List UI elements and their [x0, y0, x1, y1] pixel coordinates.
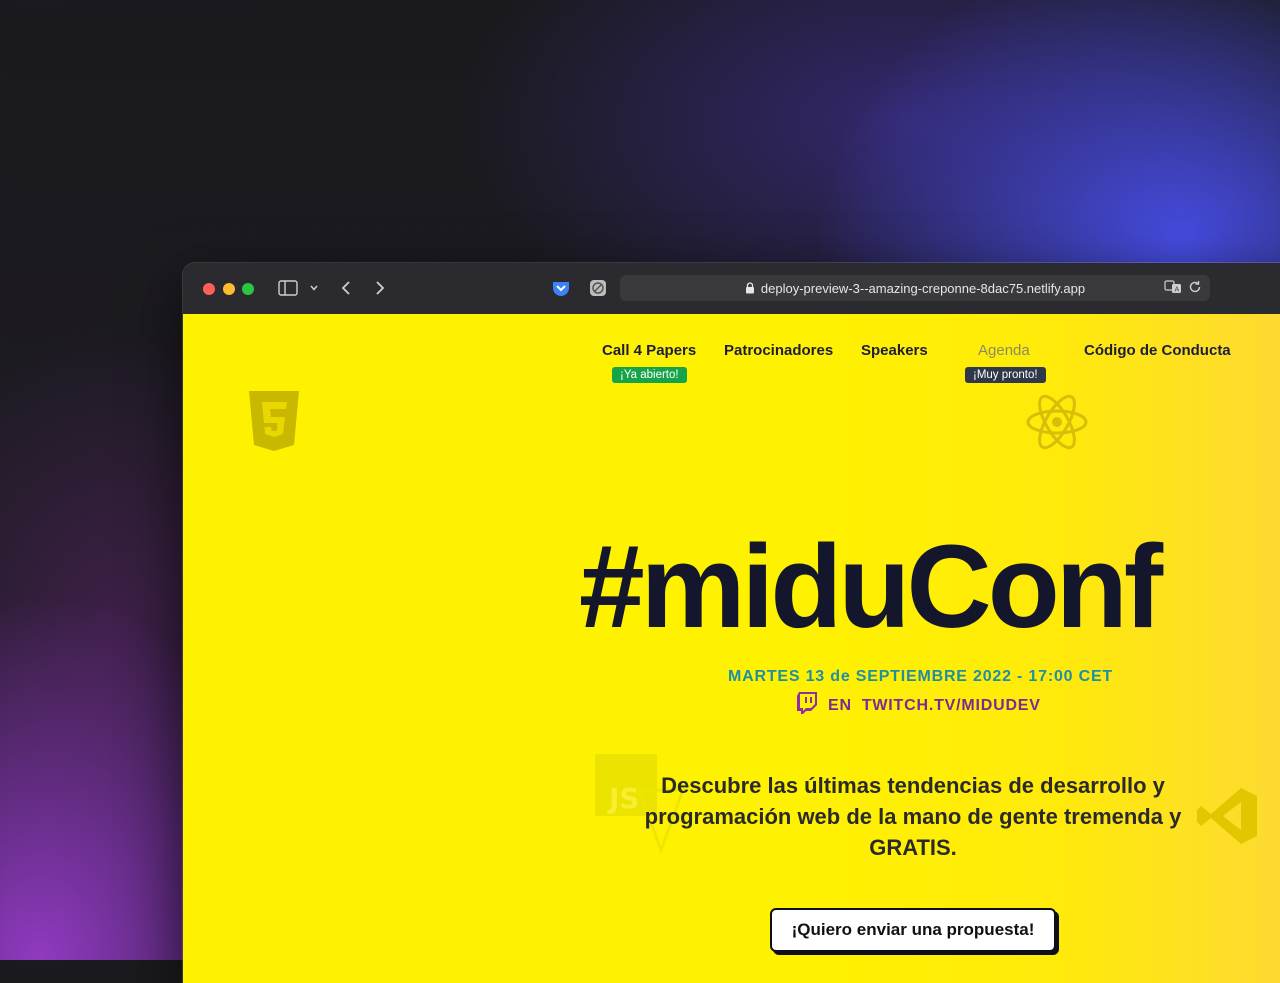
zoom-window-button[interactable]: [242, 283, 254, 295]
nav-item-agenda[interactable]: Agenda: [978, 342, 1030, 359]
chevron-down-icon[interactable]: [307, 277, 321, 299]
browser-toolbar: deploy-preview-3--amazing-creponne-8dac7…: [183, 263, 1280, 315]
twitch-prefix: EN: [828, 696, 852, 714]
event-date: MARTES 13 de SEPTIEMBRE 2022 - 17:00 CET: [728, 668, 1113, 685]
forward-arrow-icon[interactable]: [371, 277, 389, 299]
nav-item-patrocinadores[interactable]: Patrocinadores: [724, 342, 833, 359]
address-bar[interactable]: deploy-preview-3--amazing-creponne-8dac7…: [620, 275, 1210, 301]
browser-window: deploy-preview-3--amazing-creponne-8dac7…: [183, 263, 1280, 983]
blocker-extension-icon[interactable]: [587, 277, 609, 299]
html5-logo-icon: [246, 390, 302, 457]
close-window-button[interactable]: [203, 283, 215, 295]
page-title: #miduConf: [579, 521, 1163, 653]
status-badge-soon: ¡Muy pronto!: [965, 367, 1046, 383]
hero-description: Descubre las últimas tendencias de desar…: [644, 773, 1182, 860]
twitch-channel-link[interactable]: TWITCH.TV/MIDUDEV: [862, 697, 1041, 715]
nav-item-speakers[interactable]: Speakers: [861, 342, 928, 359]
svg-text:A: A: [1175, 286, 1180, 294]
twitch-icon: [796, 691, 818, 720]
vscode-logo-icon: [1195, 784, 1259, 853]
pocket-extension-icon[interactable]: [550, 277, 572, 299]
translate-icon[interactable]: A: [1164, 279, 1182, 298]
twitch-link-line[interactable]: EN TWITCH.TV/MIDUDEV: [796, 691, 1041, 720]
top-navigation: Call 4 Papers ¡Ya abierto! Patrocinadore…: [183, 342, 1280, 402]
nav-item-call4papers[interactable]: Call 4 Papers: [602, 342, 696, 359]
lock-icon: [745, 282, 755, 294]
minimize-window-button[interactable]: [223, 283, 235, 295]
sidebar-toggle-icon[interactable]: [277, 277, 299, 299]
reload-icon[interactable]: [1188, 280, 1202, 297]
url-text: deploy-preview-3--amazing-creponne-8dac7…: [760, 280, 1086, 296]
status-badge-open: ¡Ya abierto!: [612, 367, 687, 383]
back-arrow-icon[interactable]: [337, 277, 355, 299]
web-page: Call 4 Papers ¡Ya abierto! Patrocinadore…: [183, 314, 1280, 983]
react-logo-icon: [1025, 392, 1089, 457]
nav-item-codigo-de-conducta[interactable]: Código de Conducta: [1084, 342, 1231, 359]
submit-proposal-button[interactable]: ¡Quiero enviar una propuesta!: [770, 908, 1056, 952]
